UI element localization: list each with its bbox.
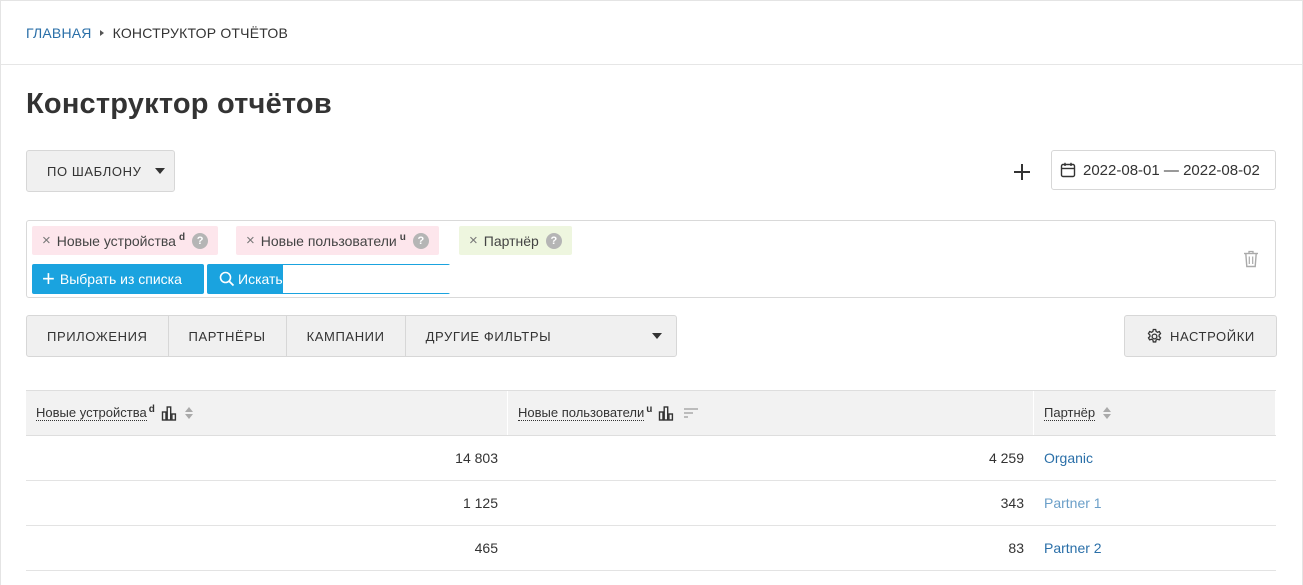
cell-new-devices: 1 125 xyxy=(462,495,498,511)
page-title: Конструктор отчётов xyxy=(26,88,332,120)
cell-new-devices: 14 803 xyxy=(455,450,498,466)
column-header-label[interactable]: Новые пользователи xyxy=(518,405,645,421)
table-row: 1 125 343 Partner 1 xyxy=(26,481,1276,526)
partner-link[interactable]: Partner 1 xyxy=(1044,495,1102,511)
breadcrumb-separator-icon xyxy=(99,30,104,36)
plus-icon[interactable] xyxy=(1012,162,1032,182)
column-header-label[interactable]: Новые устройства xyxy=(36,405,147,421)
breadcrumb-current: КОНСТРУКТОР ОТЧЁТОВ xyxy=(112,25,289,41)
metrics-selector: × Новые устройства d ? × Новые пользоват… xyxy=(26,220,1276,298)
cell-new-users: 83 xyxy=(1008,540,1024,556)
select-from-list-label: Выбрать из списка xyxy=(59,271,182,287)
settings-button[interactable]: НАСТРОЙКИ xyxy=(1124,315,1277,357)
metric-search-group: Искать xyxy=(207,264,470,294)
template-dropdown-button[interactable]: ПО ШАБЛОНУ xyxy=(26,150,175,192)
filter-tab-apps[interactable]: ПРИЛОЖЕНИЯ xyxy=(27,316,169,356)
cell-new-users: 4 259 xyxy=(988,450,1024,466)
metric-chip-new-users: × Новые пользователи u ? xyxy=(236,226,439,255)
caret-down-icon xyxy=(652,333,662,339)
column-header-partner: Партнёр xyxy=(1034,391,1276,435)
sort-icon[interactable] xyxy=(184,407,193,419)
search-icon xyxy=(219,271,235,287)
date-range-value: 2022-08-01 — 2022-08-02 xyxy=(1083,161,1260,179)
metric-chip-partner: × Партнёр ? xyxy=(459,226,572,255)
help-icon[interactable]: ? xyxy=(545,232,562,249)
filters-bar: ПРИЛОЖЕНИЯ ПАРТНЁРЫ КАМПАНИИ ДРУГИЕ ФИЛЬ… xyxy=(26,315,677,357)
metric-chip-label: Новые пользователи xyxy=(260,232,397,249)
close-icon[interactable]: × xyxy=(42,232,51,249)
plus-icon: + xyxy=(42,266,55,291)
metric-search-input[interactable] xyxy=(282,265,470,293)
search-button-label: Искать xyxy=(238,271,283,287)
select-from-list-button[interactable]: + Выбрать из списка xyxy=(32,264,204,294)
bar-chart-icon[interactable] xyxy=(658,405,674,421)
sort-descending-icon[interactable] xyxy=(683,406,699,420)
metric-chip-label: Новые устройства xyxy=(56,232,176,249)
close-icon[interactable]: × xyxy=(246,232,255,249)
filter-tab-other-label: ДРУГИЕ ФИЛЬТРЫ xyxy=(425,328,552,344)
date-range-picker[interactable]: 2022-08-01 — 2022-08-02 xyxy=(1051,150,1276,190)
filter-tab-campaigns[interactable]: КАМПАНИИ xyxy=(287,316,406,356)
metric-chip-superscript: u xyxy=(399,232,406,243)
report-table: Новые устройства d Новые пользователи u … xyxy=(26,390,1276,571)
close-icon[interactable]: × xyxy=(469,232,478,249)
template-dropdown-label: ПО ШАБЛОНУ xyxy=(47,163,142,179)
cell-partner: Partner 1 xyxy=(1034,481,1276,525)
cell-new-users: 343 xyxy=(1000,495,1024,511)
header-divider xyxy=(1,64,1302,65)
gear-icon xyxy=(1147,328,1162,343)
cell-partner: Organic xyxy=(1034,436,1276,480)
table-row: 465 83 Partner 2 xyxy=(26,526,1276,571)
column-header-superscript: d xyxy=(148,403,155,415)
metric-chip-label: Партнёр xyxy=(483,232,539,249)
sort-icon[interactable] xyxy=(1103,407,1112,419)
partner-link[interactable]: Organic xyxy=(1044,450,1093,466)
help-icon[interactable]: ? xyxy=(412,232,429,249)
table-header: Новые устройства d Новые пользователи u … xyxy=(26,390,1276,436)
column-header-label[interactable]: Партнёр xyxy=(1044,405,1096,421)
search-button[interactable]: Искать xyxy=(208,265,283,293)
filter-tab-other[interactable]: ДРУГИЕ ФИЛЬТРЫ xyxy=(406,316,676,356)
trash-icon[interactable] xyxy=(1243,250,1259,268)
caret-down-icon xyxy=(155,168,166,174)
metric-chip-superscript: d xyxy=(178,232,186,243)
cell-new-devices: 465 xyxy=(474,540,498,556)
breadcrumb: ГЛАВНАЯ КОНСТРУКТОР ОТЧЁТОВ xyxy=(26,24,288,42)
cell-partner: Partner 2 xyxy=(1034,526,1276,570)
filter-tab-partners[interactable]: ПАРТНЁРЫ xyxy=(169,316,287,356)
calendar-icon xyxy=(1060,162,1076,178)
table-row: 14 803 4 259 Organic xyxy=(26,436,1276,481)
column-header-new-devices: Новые устройства d xyxy=(26,391,508,435)
help-icon[interactable]: ? xyxy=(192,232,209,249)
column-header-superscript: u xyxy=(646,403,653,415)
breadcrumb-home-link[interactable]: ГЛАВНАЯ xyxy=(26,25,92,41)
settings-label: НАСТРОЙКИ xyxy=(1170,328,1255,344)
partner-link[interactable]: Partner 2 xyxy=(1044,540,1102,556)
bar-chart-icon[interactable] xyxy=(161,405,177,421)
column-header-new-users: Новые пользователи u xyxy=(508,391,1034,435)
metric-chip-new-devices: × Новые устройства d ? xyxy=(32,226,219,255)
